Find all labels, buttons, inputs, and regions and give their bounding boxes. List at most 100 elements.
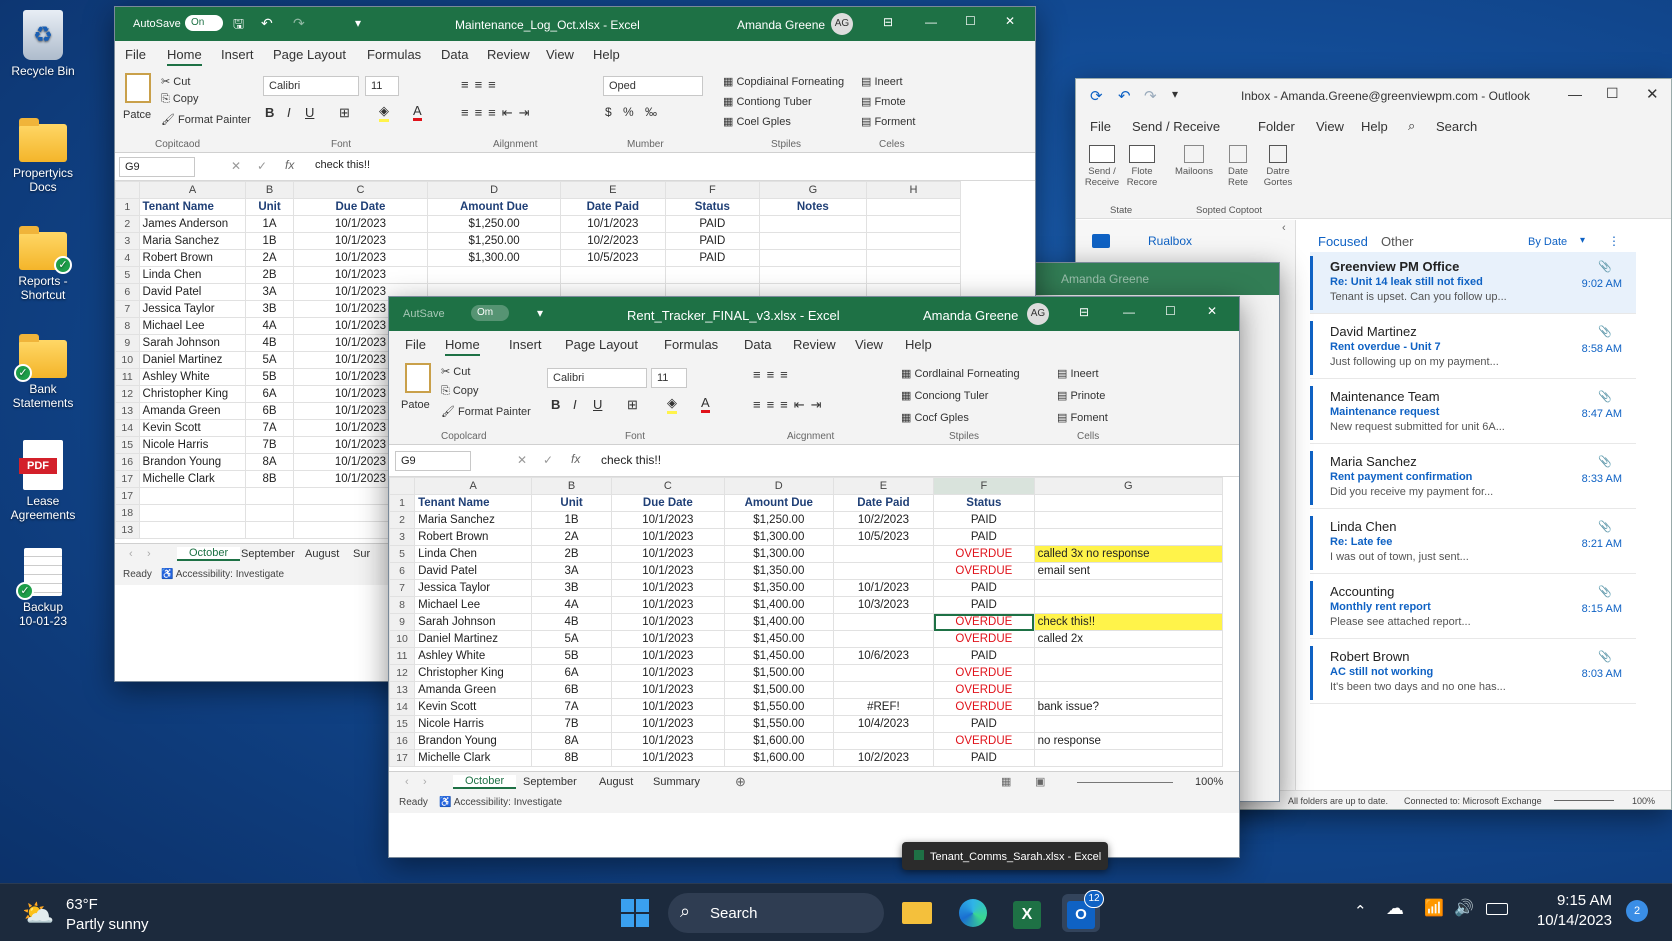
desktop-icon-bank-statements[interactable]: ✓ Bank Statements bbox=[0, 334, 86, 410]
tab-insert[interactable]: Insert bbox=[509, 337, 542, 352]
cell[interactable]: 10/1/2023 bbox=[610, 749, 725, 767]
cell[interactable]: 8A bbox=[531, 732, 612, 750]
cell[interactable]: PAID bbox=[933, 749, 1035, 767]
align-icons[interactable]: ≡≡≡ bbox=[753, 367, 794, 382]
cell[interactable]: 4B bbox=[245, 334, 294, 352]
font-color-icon[interactable]: A bbox=[701, 395, 710, 413]
menu-send-receive[interactable]: Send / Receive bbox=[1132, 119, 1220, 134]
enter-icon[interactable]: ✓ bbox=[543, 453, 553, 467]
customize-icon[interactable]: ▾ bbox=[537, 306, 543, 320]
format-painter-button[interactable]: 🖌 Format Painter bbox=[161, 113, 251, 126]
tab-focused[interactable]: Focused bbox=[1318, 234, 1368, 254]
paste-button[interactable]: Patoe bbox=[401, 399, 430, 411]
desktop-icon-recycle-bin[interactable]: ♻ Recycle Bin bbox=[0, 10, 86, 78]
cell[interactable]: $1,400.00 bbox=[723, 613, 834, 631]
cell[interactable] bbox=[832, 613, 935, 631]
row-header[interactable]: 16 bbox=[115, 453, 140, 471]
cell[interactable]: Date Paid bbox=[559, 198, 666, 216]
more-options-icon[interactable]: ⋮ bbox=[1608, 234, 1620, 248]
close-button[interactable]: ✕ bbox=[1005, 14, 1015, 28]
cell-styles-button[interactable]: ▦ Coel Gples bbox=[723, 115, 791, 128]
row-header[interactable]: 15 bbox=[389, 715, 416, 733]
cancel-icon[interactable]: ✕ bbox=[517, 453, 527, 467]
autosave-toggle[interactable]: Om bbox=[471, 305, 509, 321]
cell[interactable]: OVERDUE bbox=[933, 613, 1035, 631]
cell[interactable]: 10/1/2023 bbox=[610, 715, 725, 733]
cell[interactable]: 10/5/2023 bbox=[559, 249, 666, 267]
cell[interactable]: 3B bbox=[245, 300, 294, 318]
scroll-right-icon[interactable]: › bbox=[423, 776, 427, 788]
format-cells-button[interactable]: ▤ Forment bbox=[861, 115, 915, 128]
sheet-tab-september[interactable]: September bbox=[241, 548, 295, 560]
cell[interactable]: 2B bbox=[531, 545, 612, 563]
row-header[interactable]: 1 bbox=[115, 198, 140, 216]
cell[interactable]: Date Paid bbox=[832, 494, 935, 512]
cell[interactable]: Sarah Johnson bbox=[414, 613, 533, 631]
align-icons[interactable]: ≡≡≡ bbox=[461, 77, 502, 92]
tab-page-layout[interactable]: Page Layout bbox=[565, 337, 638, 352]
font-name-select[interactable]: Calibri bbox=[547, 368, 647, 388]
email-item[interactable]: Maria Sanchez Rent payment confirmation Di… bbox=[1310, 447, 1636, 509]
minimize-button[interactable]: — bbox=[925, 15, 937, 29]
cell[interactable]: 5B bbox=[245, 368, 294, 386]
ribbon-display-icon[interactable]: ⊟ bbox=[1079, 305, 1089, 319]
row-header[interactable]: 3 bbox=[115, 232, 140, 250]
cell[interactable]: Amount Due bbox=[427, 198, 561, 216]
cell[interactable]: 5A bbox=[531, 630, 612, 648]
autosave-toggle[interactable]: On bbox=[185, 15, 223, 31]
cell[interactable]: $1,550.00 bbox=[723, 698, 834, 716]
row-header[interactable]: 10 bbox=[389, 630, 416, 648]
ribbon-display-icon[interactable]: ⊟ bbox=[883, 15, 893, 29]
cell[interactable]: PAID bbox=[933, 596, 1035, 614]
row-header[interactable]: 9 bbox=[389, 613, 416, 631]
add-sheet-icon[interactable]: ⊕ bbox=[735, 774, 746, 790]
cell[interactable]: 6A bbox=[245, 385, 294, 403]
close-button[interactable]: ✕ bbox=[1207, 304, 1217, 318]
fill-color-icon[interactable]: ◈ bbox=[667, 395, 677, 414]
row-header[interactable]: 5 bbox=[115, 266, 140, 284]
worksheet-grid[interactable]: ABCDEFG 1 Tenant Name Unit Due Date Amount D… bbox=[389, 477, 1224, 767]
menu-view[interactable]: View bbox=[1316, 119, 1344, 134]
cell[interactable]: called 3x no response bbox=[1033, 545, 1224, 563]
maximize-button[interactable]: ☐ bbox=[1165, 304, 1176, 318]
font-color-icon[interactable]: A bbox=[413, 103, 422, 121]
copy-button[interactable]: ⎘ Copy bbox=[161, 93, 199, 106]
font-name-select[interactable]: Calibri bbox=[263, 76, 359, 96]
bold-button[interactable]: B bbox=[551, 397, 560, 412]
cell[interactable]: $1,600.00 bbox=[723, 749, 834, 767]
close-button[interactable]: ✕ bbox=[1646, 85, 1659, 103]
cell[interactable] bbox=[758, 249, 867, 267]
tab-view[interactable]: View bbox=[546, 47, 574, 62]
format-painter-button[interactable]: 🖌 Format Painter bbox=[441, 405, 531, 418]
cell[interactable]: 10/2/2023 bbox=[559, 232, 666, 250]
zoom-slider[interactable] bbox=[1554, 800, 1614, 801]
cell[interactable]: PAID bbox=[664, 232, 760, 250]
cell[interactable]: Brandon Young bbox=[414, 732, 533, 750]
wifi-icon[interactable]: 📶 bbox=[1424, 898, 1444, 918]
tab-home[interactable]: Home bbox=[445, 337, 480, 356]
cell[interactable]: Michelle Clark bbox=[414, 749, 533, 767]
cell[interactable]: Ashley White bbox=[138, 368, 247, 386]
cell[interactable]: OVERDUE bbox=[933, 630, 1035, 648]
cancel-icon[interactable]: ✕ bbox=[231, 159, 241, 173]
cell[interactable]: 10/5/2023 bbox=[832, 528, 935, 546]
delete-cells-button[interactable]: ▤ Prinote bbox=[1057, 389, 1105, 402]
row-header[interactable]: 15 bbox=[115, 436, 140, 454]
taskbar-search[interactable]: ⌕ Search bbox=[668, 893, 884, 933]
row-header[interactable]: 3 bbox=[389, 528, 416, 546]
mailoons-button[interactable]: Mailoons bbox=[1172, 145, 1216, 177]
cell[interactable]: OVERDUE bbox=[933, 664, 1035, 682]
cell[interactable]: PAID bbox=[933, 579, 1035, 597]
cell[interactable] bbox=[664, 266, 760, 284]
cell[interactable]: 10/1/2023 bbox=[292, 266, 429, 284]
cell[interactable]: 10/6/2023 bbox=[832, 647, 935, 665]
row-header[interactable]: 1 bbox=[389, 494, 416, 512]
customize-icon[interactable]: ▾ bbox=[1172, 87, 1178, 101]
cell[interactable]: 10/1/2023 bbox=[610, 528, 725, 546]
cell[interactable]: 1A bbox=[245, 215, 294, 233]
row-header[interactable]: 12 bbox=[115, 385, 140, 403]
sheet-tab-august[interactable]: August bbox=[599, 776, 633, 788]
file-explorer-icon[interactable] bbox=[898, 894, 936, 932]
cell[interactable] bbox=[1033, 579, 1224, 597]
cell[interactable]: PAID bbox=[664, 249, 760, 267]
